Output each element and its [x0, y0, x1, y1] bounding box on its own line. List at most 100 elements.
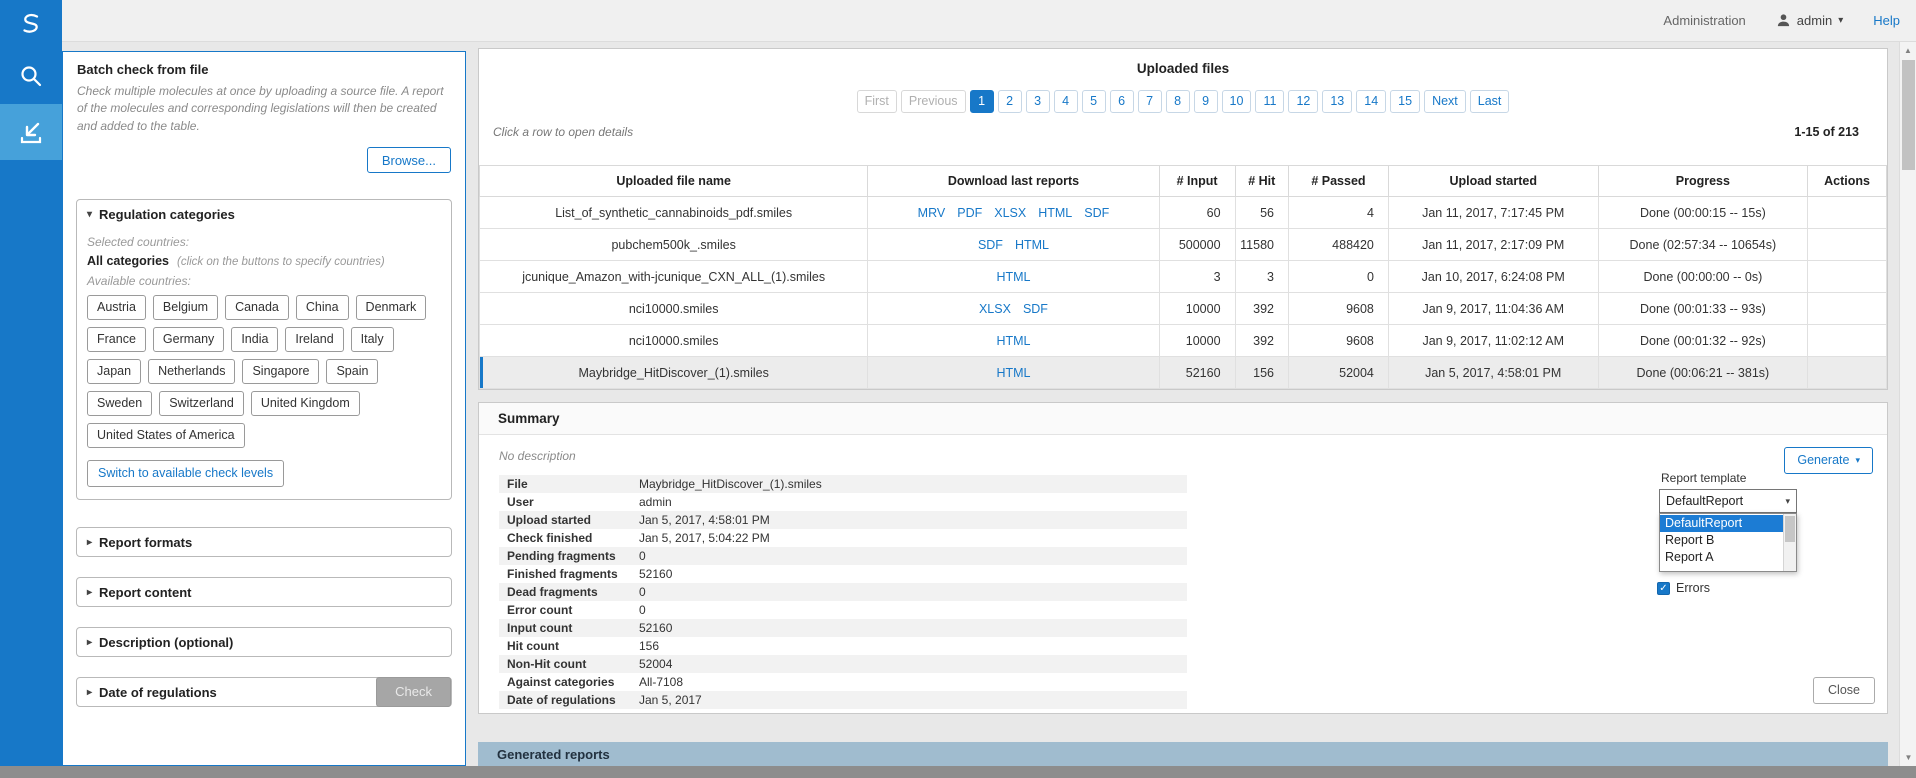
summary-panel: Summary No description FileMaybridge_Hit…	[478, 402, 1888, 714]
vertical-scrollbar[interactable]: ▲ ▼	[1899, 42, 1916, 766]
logo-icon	[17, 10, 45, 38]
file-row[interactable]: nci10000.smilesHTML100003929608Jan 9, 20…	[480, 325, 1887, 357]
country-button-france[interactable]: France	[87, 327, 146, 352]
report-links-cell: MRV PDF XLSX HTML SDF	[868, 197, 1159, 229]
hit-count-cell: 56	[1235, 197, 1288, 229]
scroll-up-icon[interactable]: ▲	[1900, 42, 1916, 59]
country-button-ireland[interactable]: Ireland	[285, 327, 343, 352]
pagination-next[interactable]: Next	[1424, 90, 1466, 113]
country-button-netherlands[interactable]: Netherlands	[148, 359, 235, 384]
report-link-html[interactable]: HTML	[996, 334, 1030, 348]
check-button[interactable]: Check	[376, 677, 451, 707]
column-header-uploaded-file-name[interactable]: Uploaded file name	[480, 166, 868, 197]
pagination-page-11[interactable]: 11	[1255, 90, 1284, 113]
pagination-page-6[interactable]: 6	[1110, 90, 1134, 113]
panel-section-report-content[interactable]: ▸Report content	[76, 577, 452, 607]
report-link-sdf[interactable]: SDF	[1023, 302, 1048, 316]
report-link-html[interactable]: HTML	[1038, 206, 1072, 220]
switch-check-levels-button[interactable]: Switch to available check levels	[87, 460, 284, 487]
report-link-html[interactable]: HTML	[996, 270, 1030, 284]
report-template-select[interactable]: DefaultReport ▾	[1659, 489, 1797, 513]
country-button-sweden[interactable]: Sweden	[87, 391, 152, 416]
help-link[interactable]: Help	[1873, 13, 1900, 28]
file-row[interactable]: Maybridge_HitDiscover_(1).smilesHTML5216…	[480, 357, 1887, 389]
country-button-singapore[interactable]: Singapore	[242, 359, 319, 384]
chevron-down-icon: ▾	[1838, 15, 1843, 26]
country-button-canada[interactable]: Canada	[225, 295, 289, 320]
file-row[interactable]: nci10000.smilesXLSXSDF100003929608Jan 9,…	[480, 293, 1887, 325]
pagination-page-3[interactable]: 3	[1026, 90, 1050, 113]
no-description-text: No description	[499, 449, 576, 463]
pagination-page-4[interactable]: 4	[1054, 90, 1078, 113]
report-template-option-defaultreport[interactable]: DefaultReport	[1660, 515, 1783, 532]
report-link-sdf[interactable]: SDF	[978, 238, 1003, 252]
pagination-page-12[interactable]: 12	[1288, 90, 1318, 113]
report-template-option-report-a[interactable]: Report A	[1660, 549, 1783, 566]
panel-section-report-formats[interactable]: ▸Report formats	[76, 527, 452, 557]
pagination-page-9[interactable]: 9	[1194, 90, 1218, 113]
close-button[interactable]: Close	[1813, 677, 1875, 704]
user-menu[interactable]: admin ▾	[1776, 13, 1843, 28]
report-link-pdf[interactable]: PDF	[957, 206, 982, 220]
scrollbar-thumb[interactable]	[1902, 60, 1915, 170]
country-button-spain[interactable]: Spain	[326, 359, 378, 384]
column-header-input[interactable]: # Input	[1159, 166, 1235, 197]
app-logo[interactable]	[0, 0, 62, 48]
panel-section-description-optional[interactable]: ▸Description (optional)	[76, 627, 452, 657]
pagination-last[interactable]: Last	[1470, 90, 1510, 113]
pagination-page-1[interactable]: 1	[970, 90, 994, 113]
country-button-denmark[interactable]: Denmark	[356, 295, 427, 320]
regulation-categories-header[interactable]: ▾ Regulation categories	[77, 200, 451, 229]
file-row[interactable]: List_of_synthetic_cannabinoids_pdf.smile…	[480, 197, 1887, 229]
column-header-hit[interactable]: # Hit	[1235, 166, 1288, 197]
file-row[interactable]: pubchem500k_.smilesSDFHTML50000011580488…	[480, 229, 1887, 261]
dropdown-scrollbar-thumb[interactable]	[1785, 516, 1795, 542]
errors-checkbox-row[interactable]: ✓ Errors	[1657, 581, 1710, 595]
generate-button[interactable]: Generate ▾	[1784, 447, 1873, 474]
country-button-united-states-of-america[interactable]: United States of America	[87, 423, 245, 448]
errors-label: Errors	[1676, 581, 1710, 595]
country-button-china[interactable]: China	[296, 295, 349, 320]
column-header-upload-started[interactable]: Upload started	[1388, 166, 1598, 197]
country-button-switzerland[interactable]: Switzerland	[159, 391, 244, 416]
dropdown-scrollbar[interactable]	[1783, 514, 1796, 571]
country-button-japan[interactable]: Japan	[87, 359, 141, 384]
column-header-download-last-reports[interactable]: Download last reports	[868, 166, 1159, 197]
administration-link[interactable]: Administration	[1663, 13, 1745, 28]
pagination-page-5[interactable]: 5	[1082, 90, 1106, 113]
pagination-previous[interactable]: Previous	[901, 90, 966, 113]
summary-label: File	[499, 475, 631, 493]
report-link-xlsx[interactable]: XLSX	[994, 206, 1026, 220]
column-header-passed[interactable]: # Passed	[1289, 166, 1389, 197]
pagination-page-10[interactable]: 10	[1222, 90, 1252, 113]
pagination-page-14[interactable]: 14	[1356, 90, 1386, 113]
pagination-page-7[interactable]: 7	[1138, 90, 1162, 113]
report-link-html[interactable]: HTML	[996, 366, 1030, 380]
pagination-page-15[interactable]: 15	[1390, 90, 1420, 113]
pagination-page-13[interactable]: 13	[1322, 90, 1352, 113]
errors-checkbox[interactable]: ✓	[1657, 582, 1670, 595]
country-button-belgium[interactable]: Belgium	[153, 295, 218, 320]
summary-value: 156	[631, 637, 1187, 655]
batch-check-nav-button[interactable]	[0, 104, 62, 160]
report-link-html[interactable]: HTML	[1015, 238, 1049, 252]
scroll-down-icon[interactable]: ▼	[1900, 749, 1916, 766]
report-template-option-report-b[interactable]: Report B	[1660, 532, 1783, 549]
report-link-mrv[interactable]: MRV	[918, 206, 946, 220]
report-link-sdf[interactable]: SDF	[1084, 206, 1109, 220]
pagination-page-2[interactable]: 2	[998, 90, 1022, 113]
search-nav-button[interactable]	[0, 48, 62, 104]
file-row[interactable]: jcunique_Amazon_with-jcunique_CXN_ALL_(1…	[480, 261, 1887, 293]
country-button-india[interactable]: India	[231, 327, 278, 352]
country-button-austria[interactable]: Austria	[87, 295, 146, 320]
column-header-progress[interactable]: Progress	[1598, 166, 1808, 197]
report-link-xlsx[interactable]: XLSX	[979, 302, 1011, 316]
country-button-germany[interactable]: Germany	[153, 327, 224, 352]
passed-count-cell: 9608	[1289, 293, 1389, 325]
browse-button[interactable]: Browse...	[367, 147, 451, 173]
column-header-actions[interactable]: Actions	[1808, 166, 1887, 197]
country-button-united-kingdom[interactable]: United Kingdom	[251, 391, 360, 416]
pagination-page-8[interactable]: 8	[1166, 90, 1190, 113]
country-button-italy[interactable]: Italy	[351, 327, 394, 352]
pagination-first[interactable]: First	[857, 90, 897, 113]
